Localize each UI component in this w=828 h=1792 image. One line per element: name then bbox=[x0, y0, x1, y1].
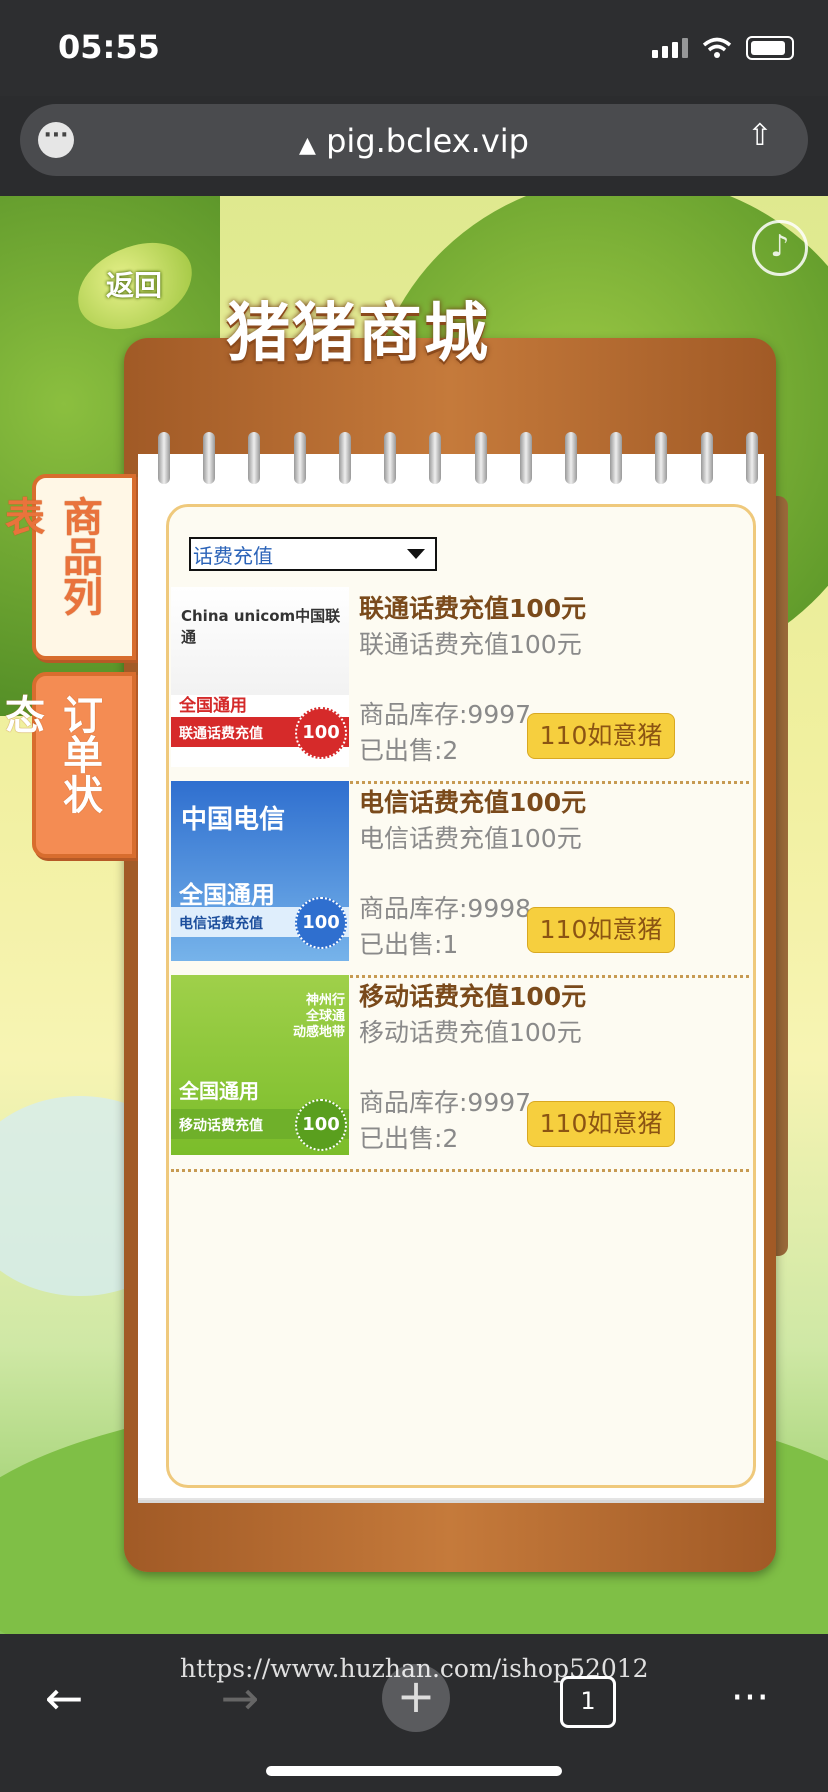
product-image: China unicom中国联通 全国通用 联通话费充值 100 bbox=[171, 587, 349, 767]
tab-label: 商品列表 bbox=[0, 496, 102, 616]
url-value: pig.bclex.vip bbox=[326, 122, 529, 160]
signal-icon bbox=[652, 38, 688, 58]
card-brand: 神州行 全球通 动感地带 bbox=[292, 993, 345, 1040]
product-panel: 话费充值 China unicom中国联通 全国通用 联通话费充值 100 联通… bbox=[166, 504, 756, 1488]
card-brand: China unicom中国联通 bbox=[181, 607, 341, 646]
card-strip-text: 移动话费充值 bbox=[179, 1118, 263, 1134]
product-name: 联通话费充值100元 bbox=[359, 594, 587, 623]
buy-button[interactable]: 110如意猪 bbox=[527, 713, 675, 759]
wifi-icon bbox=[702, 37, 732, 58]
music-toggle-icon[interactable]: ♪ bbox=[752, 220, 808, 276]
card-badge: 100 bbox=[295, 897, 347, 949]
home-indicator[interactable] bbox=[266, 1766, 562, 1776]
status-icons bbox=[652, 36, 794, 60]
back-button[interactable]: 返回 bbox=[26, 216, 226, 338]
card-strip-text: 电信话费充值 bbox=[179, 916, 263, 932]
product-image: 神州行 全球通 动感地带 全国通用 移动话费充值 100 bbox=[171, 975, 349, 1155]
game-scene: 返回 ♪ 猪猪商城 商品列表 订单状态 话费充值 China unicom中国联… bbox=[0, 196, 828, 1634]
buy-button[interactable]: 110如意猪 bbox=[527, 1101, 675, 1147]
tab-label: 订单状态 bbox=[0, 694, 102, 814]
product-desc: 电信话费充值100元 bbox=[359, 824, 582, 853]
more-icon[interactable]: ··· bbox=[720, 1668, 780, 1728]
battery-icon bbox=[746, 36, 794, 60]
product-sold: 已出售:1 bbox=[359, 930, 459, 959]
buy-button[interactable]: 110如意猪 bbox=[527, 907, 675, 953]
warning-icon: ▲ bbox=[299, 133, 316, 158]
back-arrow-icon[interactable]: ← bbox=[34, 1668, 94, 1728]
url-text: ▲ pig.bclex.vip bbox=[20, 122, 808, 160]
product-sold: 已出售:2 bbox=[359, 736, 459, 765]
status-bar: 05:55 bbox=[0, 0, 828, 96]
product-name: 电信话费充值100元 bbox=[359, 788, 587, 817]
category-selected: 话费充值 bbox=[193, 543, 273, 568]
product-image: 中国电信 全国通用 电信话费充值 100 bbox=[171, 781, 349, 961]
card-nation: 全国通用 bbox=[179, 1079, 259, 1103]
share-icon[interactable]: ⇧ bbox=[740, 118, 780, 162]
card-nation: 全国通用 bbox=[179, 696, 247, 716]
card-badge: 100 bbox=[295, 1099, 347, 1151]
product-item: 神州行 全球通 动感地带 全国通用 移动话费充值 100 移动话费充值100元 … bbox=[171, 975, 749, 1172]
product-stock: 商品库存:9997 bbox=[359, 700, 532, 729]
product-item: 中国电信 全国通用 电信话费充值 100 电信话费充值100元 电信话费充值10… bbox=[171, 781, 749, 978]
product-stock: 商品库存:9997 bbox=[359, 1088, 532, 1117]
product-desc: 移动话费充值100元 bbox=[359, 1018, 582, 1047]
back-label: 返回 bbox=[105, 269, 162, 302]
tabs-icon[interactable]: 1 bbox=[560, 1676, 616, 1728]
product-desc: 联通话费充值100元 bbox=[359, 630, 582, 659]
chevron-down-icon bbox=[407, 549, 425, 559]
browser-toolbar: ← → + 1 ··· https://www.huzhan.com/ishop… bbox=[0, 1634, 828, 1792]
tab-product-list[interactable]: 商品列表 bbox=[0, 474, 136, 660]
tab-order-status[interactable]: 订单状态 bbox=[0, 672, 136, 858]
page-title: 猪猪商城 bbox=[226, 297, 490, 371]
card-badge: 100 bbox=[295, 707, 347, 759]
card-brand: 中国电信 bbox=[181, 805, 286, 835]
address-bar[interactable]: ··· ▲ pig.bclex.vip ⇧ bbox=[20, 104, 808, 176]
category-select[interactable]: 话费充值 bbox=[189, 537, 437, 571]
product-sold: 已出售:2 bbox=[359, 1124, 459, 1153]
product-stock: 商品库存:9998 bbox=[359, 894, 532, 923]
watermark-text: https://www.huzhan.com/ishop52012 bbox=[180, 1654, 649, 1683]
status-time: 05:55 bbox=[58, 28, 160, 66]
product-name: 移动话费充值100元 bbox=[359, 982, 587, 1011]
card-strip-text: 联通话费充值 bbox=[179, 726, 263, 742]
card-nation: 全国通用 bbox=[179, 881, 275, 909]
notebook-rings bbox=[158, 432, 758, 486]
product-item: China unicom中国联通 全国通用 联通话费充值 100 联通话费充值1… bbox=[171, 587, 749, 784]
